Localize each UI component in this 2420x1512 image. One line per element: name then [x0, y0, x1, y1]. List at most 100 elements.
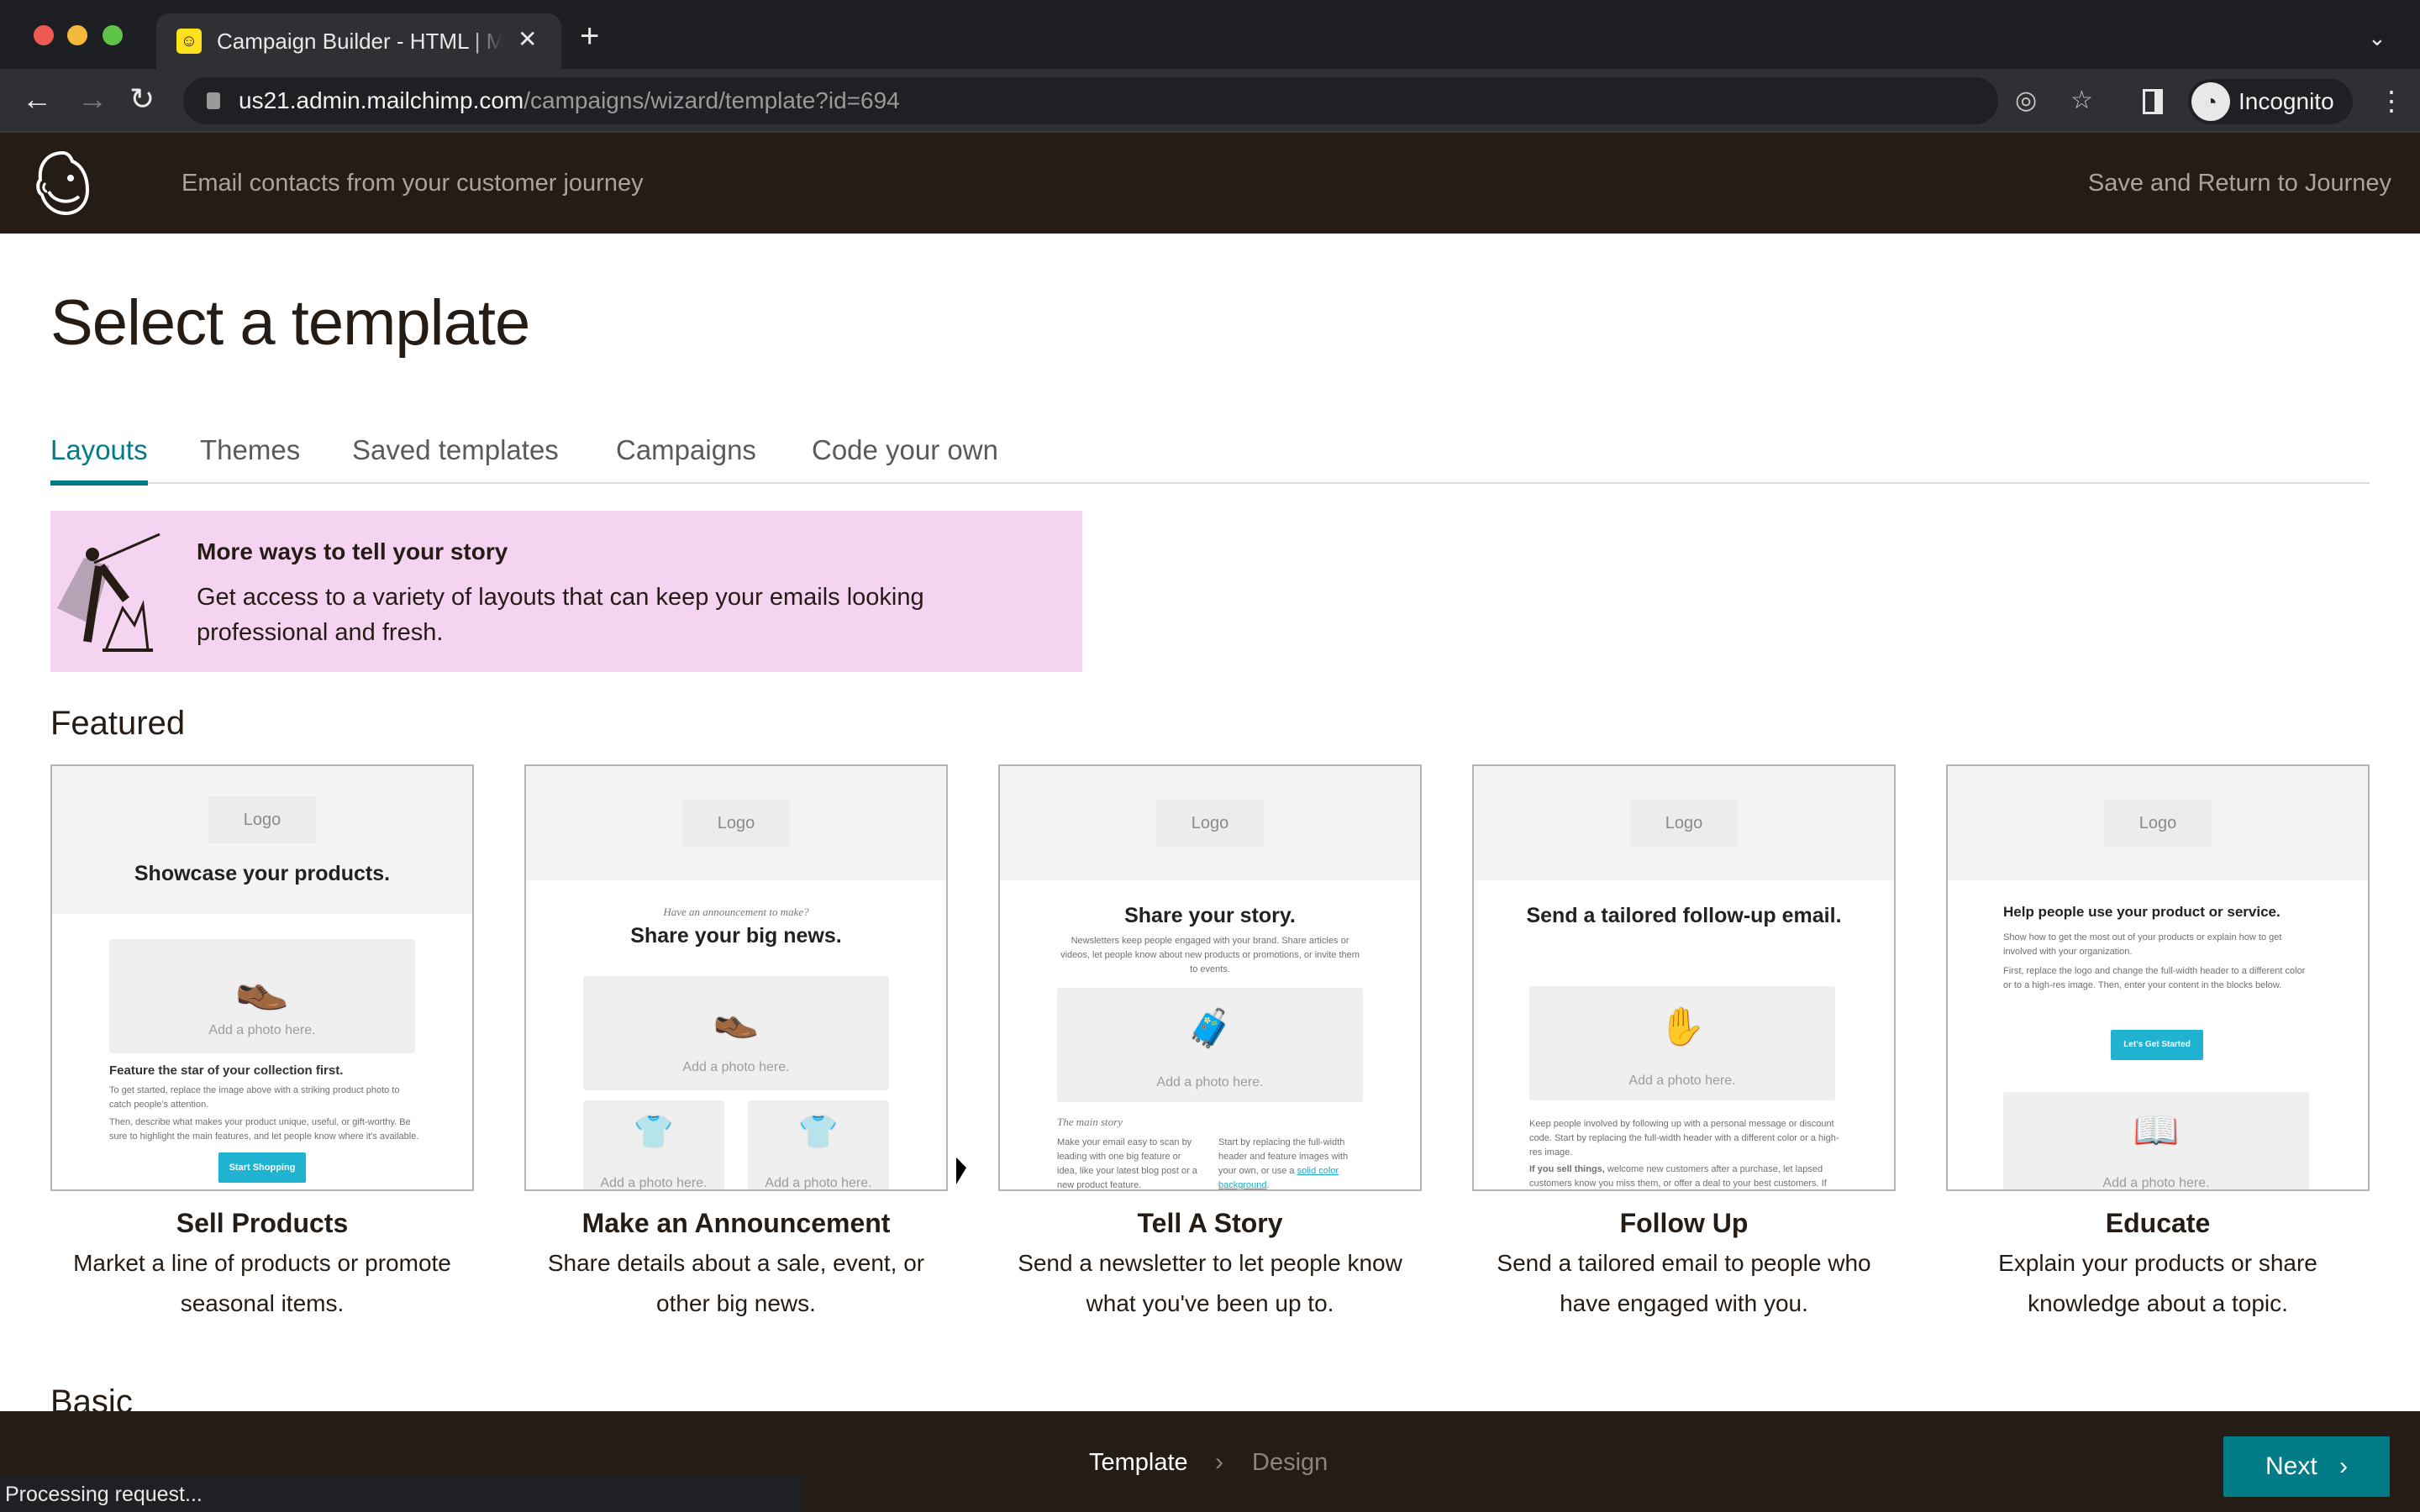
superhero-illustration-icon	[57, 533, 160, 652]
thumb-heading: Share your story.	[1124, 904, 1296, 927]
thumb-text-2: Then, describe what makes your product u…	[109, 1117, 419, 1142]
thumb-column-1: Make your email easy to scan by leading …	[1057, 1137, 1197, 1190]
tab-campaigns[interactable]: Campaigns	[616, 432, 756, 469]
thumb-column-2: Start by replacing the full-width header…	[1218, 1136, 1363, 1190]
thumb-text-2-bold: If you sell things,	[1529, 1164, 1605, 1174]
sale-shoe-icon: 👞	[713, 998, 760, 1039]
thumb-heading: Share your big news.	[630, 924, 842, 948]
card-description: Explain your products or share knowledge…	[1998, 1250, 2317, 1316]
window-minimize-button[interactable]	[67, 25, 87, 45]
card-description: Market a line of products or promote sea…	[73, 1250, 451, 1316]
thumb-photo-label: Add a photo here.	[208, 1023, 316, 1037]
side-panel-icon[interactable]	[2143, 89, 2163, 114]
shoe-icon: 👞	[234, 963, 290, 1011]
template-thumbnail[interactable]: Logo Have an announcement to make? Share…	[524, 764, 948, 1191]
url-path: /campaigns/wizard/template?id=694	[523, 87, 900, 113]
chevron-right-icon: ›	[2339, 1452, 2349, 1480]
app-header: Email contacts from your customer journe…	[0, 133, 2420, 234]
thumb-photo-placeholder: 👞 Add a photo here.	[109, 939, 415, 1053]
promo-body: Get access to a variety of layouts that …	[197, 584, 924, 646]
thumb-heading: Send a tailored follow-up email.	[1526, 904, 1842, 927]
thumb-start-shopping-button: Start Shopping	[218, 1152, 306, 1183]
save-and-return-link[interactable]: Save and Return to Journey	[2088, 166, 2391, 200]
card-name[interactable]: Sell Products	[50, 1205, 474, 1242]
url-text[interactable]: us21.admin.mailchimp.com/campaigns/wizar…	[239, 87, 900, 115]
thumb-photo-label: Add a photo here.	[682, 1060, 790, 1074]
thumb-logo-placeholder: Logo	[1156, 800, 1264, 847]
thumb-photo-placeholder-small: 👕 Add a photo here.	[748, 1100, 889, 1190]
template-thumbnail[interactable]: Logo Send a tailored follow-up email. ✋ …	[1472, 764, 1896, 1191]
thumb-subheading: Feature the star of your collection firs…	[109, 1063, 344, 1078]
thumb-heading: Help people use your product or service.	[2003, 904, 2281, 920]
tshirt-icon: 👕	[634, 1115, 674, 1150]
thumb-text-1: Keep people involved by following up wit…	[1529, 1119, 1839, 1158]
travel-map-suitcase-icon: 🧳	[1186, 1008, 1234, 1049]
template-thumbnail[interactable]: Logo Showcase your products. 👞 Add a pho…	[50, 764, 474, 1191]
basic-heading: Basic	[50, 1383, 133, 1411]
incognito-label: Incognito	[2238, 88, 2334, 114]
tab-saved-templates[interactable]: Saved templates	[352, 432, 559, 469]
browser-menu-icon[interactable]: ⋮	[2378, 84, 2405, 118]
mailchimp-logo-icon[interactable]	[32, 150, 94, 217]
tab-layouts[interactable]: Layouts	[50, 432, 148, 486]
thumb-logo-placeholder: Logo	[208, 796, 316, 843]
mailchimp-favicon-icon: ☺	[176, 29, 202, 54]
template-thumbnail[interactable]: Logo Share your story. Newsletters keep …	[998, 764, 1422, 1191]
thumb-text-1: Show how to get the most out of your pro…	[2003, 932, 2282, 957]
thumb-photo-placeholder: 🧳 Add a photo here.	[1057, 988, 1363, 1102]
step-design[interactable]: Design	[1252, 1446, 1328, 1478]
incognito-profile-button[interactable]: ◔ Incognito	[2188, 79, 2353, 124]
card-description: Send a newsletter to let people know wha…	[1018, 1250, 1402, 1316]
next-button[interactable]: Next ›	[2223, 1436, 2390, 1497]
thumb-photo-placeholder: 👞 Add a photo here.	[583, 976, 889, 1090]
template-card-tell-a-story[interactable]: Logo Share your story. Newsletters keep …	[998, 764, 1422, 1324]
card-name[interactable]: Tell A Story	[998, 1205, 1422, 1242]
template-card-educate[interactable]: Logo Help people use your product or ser…	[1946, 764, 2370, 1324]
tab-code-your-own[interactable]: Code your own	[812, 432, 998, 469]
card-name[interactable]: Make an Announcement	[524, 1205, 948, 1242]
tab-search-chevron-icon[interactable]: ⌄	[2368, 25, 2386, 51]
template-card-sell-products[interactable]: Logo Showcase your products. 👞 Add a pho…	[50, 764, 474, 1324]
tab-close-icon[interactable]: ✕	[518, 25, 537, 54]
thumb-col2-suffix: .	[1266, 1180, 1270, 1190]
thumb-photo-label: Add a photo here.	[1156, 1075, 1264, 1089]
back-arrow-icon[interactable]: ←	[22, 82, 52, 116]
browser-tab-active[interactable]: ☺ Campaign Builder - HTML | Mailchimp ✕	[156, 13, 561, 69]
window-close-button[interactable]	[34, 25, 54, 45]
eye-off-icon[interactable]: ◎	[2015, 86, 2037, 116]
thumb-photo-placeholder: ✋ Add a photo here.	[1529, 986, 1835, 1100]
thumb-logo-placeholder: Logo	[682, 800, 790, 847]
lock-icon[interactable]	[207, 92, 220, 109]
page-title: Select a template	[50, 287, 530, 359]
journey-title: Email contacts from your customer journe…	[182, 170, 644, 197]
template-card-make-an-announcement[interactable]: Logo Have an announcement to make? Share…	[524, 764, 948, 1324]
thumb-lets-get-started-button: Let's Get Started	[2111, 1030, 2203, 1060]
step-chevron-icon: ›	[1215, 1448, 1223, 1476]
incognito-icon: ◔	[2191, 82, 2230, 121]
bookmark-star-icon[interactable]: ☆	[2070, 86, 2093, 116]
reload-icon[interactable]: ↻	[129, 82, 155, 116]
forward-arrow-icon[interactable]: →	[77, 82, 108, 116]
tab-themes[interactable]: Themes	[200, 432, 300, 469]
thumb-heading: Showcase your products.	[134, 862, 391, 885]
card-name[interactable]: Educate	[1946, 1205, 2370, 1242]
thumb-text-2: If you sell things, welcome new customer…	[1529, 1163, 1840, 1189]
browser-tab-bar: ☺ Campaign Builder - HTML | Mailchimp ✕ …	[0, 0, 2420, 69]
card-name[interactable]: Follow Up	[1472, 1205, 1896, 1242]
address-bar[interactable]: us21.admin.mailchimp.com/campaigns/wizar…	[183, 77, 2093, 124]
step-template[interactable]: Template	[1089, 1446, 1188, 1478]
promo-banner: More ways to tell your story Get access …	[50, 511, 1082, 672]
tab-title: Campaign Builder - HTML | Mailchimp	[217, 27, 502, 55]
thumb-logo-placeholder: Logo	[1630, 800, 1738, 847]
window-zoom-button[interactable]	[103, 25, 123, 45]
template-thumbnail[interactable]: Logo Help people use your product or ser…	[1946, 764, 2370, 1191]
thumb-photo-label: Add a photo here.	[600, 1176, 708, 1190]
promo-title: More ways to tell your story	[197, 538, 508, 564]
thumb-photo-label: Add a photo here.	[1628, 1074, 1736, 1088]
thumb-photo-placeholder-small: 👕 Add a photo here.	[583, 1100, 724, 1190]
thumb-photo-label: Add a photo here.	[765, 1176, 872, 1190]
waving-hand-icon: ✋	[1659, 1006, 1706, 1047]
tshirt-icon: 👕	[798, 1115, 839, 1150]
new-tab-button[interactable]: +	[580, 19, 599, 53]
template-card-follow-up[interactable]: Logo Send a tailored follow-up email. ✋ …	[1472, 764, 1896, 1324]
